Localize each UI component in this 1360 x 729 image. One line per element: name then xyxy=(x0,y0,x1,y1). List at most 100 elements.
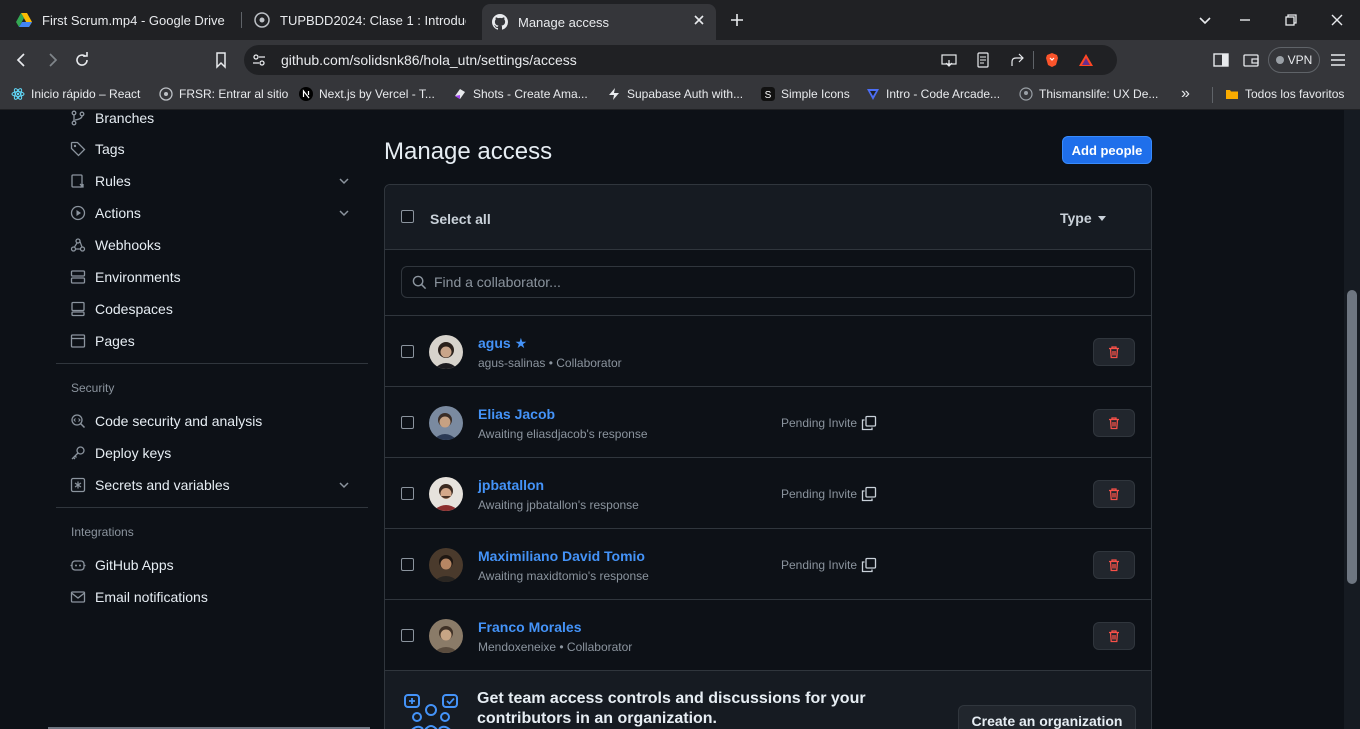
webhook-icon xyxy=(70,238,86,252)
collaborators-header: Select all Type xyxy=(385,185,1151,250)
sidebar-toggle-icon[interactable] xyxy=(1212,51,1230,69)
search-input[interactable] xyxy=(434,267,1124,297)
vpn-button[interactable]: VPN xyxy=(1268,47,1320,73)
page-scrollbar[interactable] xyxy=(1344,110,1360,729)
copy-icon[interactable] xyxy=(861,486,877,502)
collaborator-row: Maximiliano David Tomio Awaiting maxidto… xyxy=(385,529,1151,600)
browser-icon xyxy=(70,334,86,348)
remove-collaborator-button[interactable] xyxy=(1093,338,1135,366)
sidebar-item-rules[interactable]: Rules xyxy=(70,168,131,194)
sidebar-item-secrets[interactable]: Secrets and variables xyxy=(70,472,230,498)
bookmark-frsr[interactable]: FRSR: Entrar al sitio xyxy=(159,87,288,101)
tab-title: First Scrum.mp4 - Google Drive xyxy=(42,12,225,28)
sidebar-heading-integrations: Integrations xyxy=(71,525,134,539)
sidebar-item-actions[interactable]: Actions xyxy=(70,200,141,226)
sidebar-item-codespaces[interactable]: Codespaces xyxy=(70,296,173,322)
svg-text:S: S xyxy=(765,90,772,101)
bookmarks-overflow-button[interactable]: » xyxy=(1181,85,1190,103)
type-filter-dropdown[interactable]: Type xyxy=(1060,210,1106,226)
sidebar-item-code-security[interactable]: Code security and analysis xyxy=(70,408,262,434)
tab-manage-access[interactable]: Manage access xyxy=(482,4,716,40)
bookmark-thismanslife[interactable]: Thismanslife: UX De... xyxy=(1019,87,1158,101)
pending-invite-label: Pending Invite xyxy=(781,416,858,430)
tab-title: Manage access xyxy=(518,14,610,30)
sidebar-item-webhooks[interactable]: Webhooks xyxy=(70,232,161,258)
address-bar[interactable]: github.com/solidsnk86/hola_utn/settings/… xyxy=(244,45,1117,75)
sidebar-item-github-apps[interactable]: GitHub Apps xyxy=(70,552,174,578)
sidebar-item-branches[interactable]: Branches xyxy=(70,110,154,131)
bookmark-all-favorites[interactable]: Todos los favoritos xyxy=(1225,87,1344,101)
sidebar-item-tags[interactable]: Tags xyxy=(70,136,125,162)
wallet-icon[interactable] xyxy=(1242,51,1260,69)
sidebar-item-pages[interactable]: Pages xyxy=(70,328,135,354)
minimize-icon[interactable] xyxy=(1236,11,1254,29)
new-tab-icon[interactable] xyxy=(729,12,745,28)
pending-invite: Pending Invite xyxy=(781,486,877,502)
sidebar-item-environments[interactable]: Environments xyxy=(70,264,181,290)
tab-moodle[interactable]: TUPBDD2024: Clase 1 : Introducción xyxy=(244,4,476,36)
scrollbar-thumb[interactable] xyxy=(1347,290,1357,584)
bookmark-supabase[interactable]: Supabase Auth with... xyxy=(607,87,743,101)
sidebar-item-email-notifications[interactable]: Email notifications xyxy=(70,584,208,610)
copy-icon[interactable] xyxy=(861,557,877,573)
forward-icon[interactable] xyxy=(43,51,61,69)
collaborator-name-link[interactable]: jpbatallon xyxy=(478,477,544,493)
brave-rewards-icon[interactable] xyxy=(1078,52,1094,68)
collaborator-name-link[interactable]: agus ★ xyxy=(478,335,527,352)
site-settings-icon[interactable] xyxy=(251,52,267,68)
tab-google-drive[interactable]: First Scrum.mp4 - Google Drive xyxy=(6,4,238,36)
reader-mode-icon[interactable] xyxy=(975,52,991,68)
tab-search-chevron-icon[interactable] xyxy=(1196,11,1214,29)
close-tab-icon[interactable] xyxy=(692,13,706,27)
bookmark-code-arcade[interactable]: Intro - Code Arcade... xyxy=(866,87,1000,101)
bookmark-react[interactable]: Inicio rápido – React xyxy=(11,87,140,101)
promo-text: Get team access controls and discussions… xyxy=(477,690,866,727)
github-settings-page: Branches Tags Rules Actions Webhooks Env… xyxy=(0,110,1344,729)
bookmark-shots[interactable]: Shots - Create Ama... xyxy=(453,87,588,101)
remove-collaborator-button[interactable] xyxy=(1093,551,1135,579)
select-all-label[interactable]: Select all xyxy=(430,211,491,227)
bookmark-label: Simple Icons xyxy=(781,87,850,101)
sidebar-item-label: Environments xyxy=(95,269,181,285)
restore-icon[interactable] xyxy=(1282,11,1300,29)
bookmark-nextjs[interactable]: Next.js by Vercel - T... xyxy=(299,87,435,101)
add-people-button[interactable]: Add people xyxy=(1062,136,1152,164)
codespaces-icon xyxy=(71,301,85,317)
row-checkbox[interactable] xyxy=(401,416,414,429)
sidebar-divider xyxy=(56,507,368,508)
close-window-icon[interactable] xyxy=(1328,11,1346,29)
bookmark-label: Todos los favoritos xyxy=(1245,87,1345,101)
back-icon[interactable] xyxy=(13,51,31,69)
reload-icon[interactable] xyxy=(73,51,91,69)
folder-icon xyxy=(1226,90,1238,99)
caret-down-icon xyxy=(1097,215,1106,221)
sidebar-divider xyxy=(56,363,368,364)
sidebar-item-deploy-keys[interactable]: Deploy keys xyxy=(70,440,171,466)
collaborator-name-link[interactable]: Franco Morales xyxy=(478,619,581,635)
chevron-down-icon[interactable] xyxy=(338,207,350,219)
create-organization-button[interactable]: Create an organization xyxy=(958,705,1136,729)
brave-shields-icon[interactable] xyxy=(1044,52,1060,68)
share-icon[interactable] xyxy=(1009,52,1025,68)
remove-collaborator-button[interactable] xyxy=(1093,480,1135,508)
row-checkbox[interactable] xyxy=(401,487,414,500)
chevron-down-icon[interactable] xyxy=(338,175,350,187)
apps-icon xyxy=(70,560,86,571)
remove-collaborator-button[interactable] xyxy=(1093,409,1135,437)
row-checkbox[interactable] xyxy=(401,558,414,571)
row-checkbox[interactable] xyxy=(401,629,414,642)
select-all-checkbox[interactable] xyxy=(401,210,414,223)
bookmark-simple-icons[interactable]: S Simple Icons xyxy=(761,87,850,101)
cast-icon[interactable] xyxy=(941,52,957,68)
remove-collaborator-button[interactable] xyxy=(1093,622,1135,650)
collaborator-meta: Awaiting jpbatallon's response xyxy=(478,498,639,512)
moodle-icon xyxy=(254,12,270,28)
copy-icon[interactable] xyxy=(861,415,877,431)
chevron-down-icon[interactable] xyxy=(338,479,350,491)
menu-icon[interactable] xyxy=(1329,51,1347,69)
row-checkbox[interactable] xyxy=(401,345,414,358)
codescan-icon xyxy=(71,414,86,429)
collaborator-name-link[interactable]: Maximiliano David Tomio xyxy=(478,548,645,564)
collaborator-name-link[interactable]: Elias Jacob xyxy=(478,406,555,422)
bookmark-icon[interactable] xyxy=(212,51,230,69)
